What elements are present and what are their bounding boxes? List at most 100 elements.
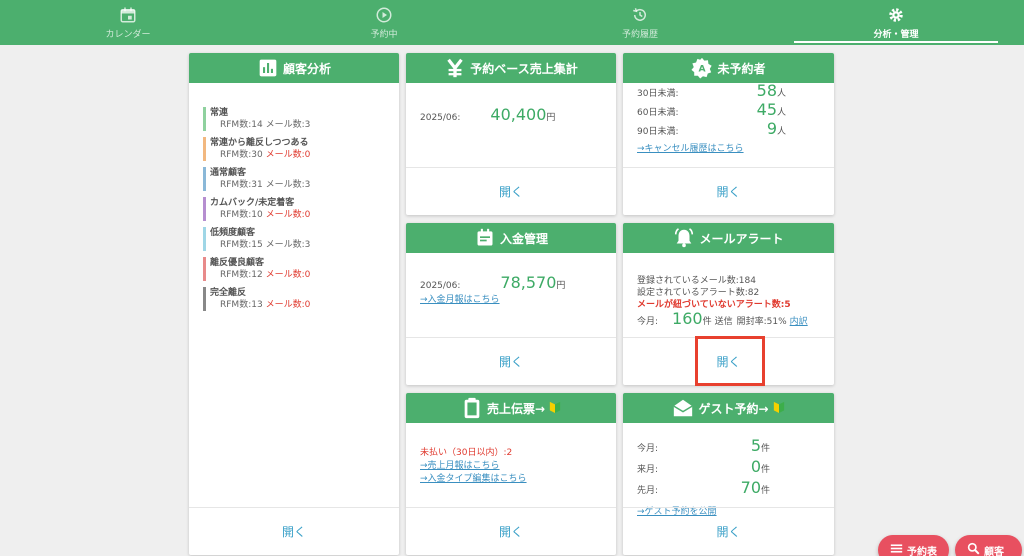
schedule-fab[interactable]: 予約表 — [878, 535, 949, 556]
no-booking-card: A 未予約者 30日未満: 58 人 60日未満: 45 人 90日未満: 9 人 →キャンセル… — [623, 53, 834, 215]
payment-period: 2025/06: — [420, 281, 461, 291]
payment-body: 2025/06: 78,570 円 →入金月報はこちら — [406, 253, 616, 337]
guest-booking-open-button[interactable]: 開く — [716, 523, 740, 540]
payment-header: 入金管理 — [406, 223, 616, 253]
segment-item: 通常顧客 RFM数:31 メール数:3 — [203, 167, 385, 191]
segment-mail: メール数:3 — [265, 180, 311, 190]
no-booking-row: 90日未満: 9 人 — [637, 121, 820, 140]
mail-alert-title: メールアラート — [699, 231, 784, 246]
calendar-list-icon — [474, 227, 496, 249]
segment-mail: メール数:3 — [265, 120, 311, 130]
top-nav: カレンダー 予約中 予約履歴 分析・管理 — [0, 0, 1024, 45]
payment-type-edit-link[interactable]: →入金タイプ編集はこちら — [420, 474, 527, 484]
no-booking-unit: 人 — [777, 127, 787, 137]
registered-mail-count: 登録されているメール数:184 — [637, 276, 756, 286]
alert-count: 設定されているアラート数:82 — [637, 288, 760, 298]
segment-name: 完全離反 — [210, 288, 247, 298]
segment-item: 完全離反 RFM数:13 メール数:0 — [203, 287, 385, 311]
nav-history-label: 予約履歴 — [621, 29, 658, 40]
segment-rfm: RFM数:12 — [220, 270, 263, 280]
unpaid-count: 未払い（30日以内）:2 — [420, 448, 513, 458]
mail-alert-open-button[interactable]: 開く — [716, 353, 740, 370]
sales-summary-footer: 開く — [406, 167, 616, 215]
payment-amount: 78,570 — [500, 273, 557, 292]
no-booking-value: 9 — [766, 119, 777, 138]
guest-booking-unit: 件 — [761, 465, 771, 475]
calendar-icon — [120, 7, 136, 22]
sales-summary-period: 2025/06: — [420, 113, 461, 123]
segment-rfm: RFM数:15 — [220, 240, 263, 250]
list-icon — [890, 542, 903, 556]
segment-stats: RFM数:30 メール数:0 — [210, 149, 385, 161]
customer-analysis-footer: 開く — [189, 507, 399, 555]
segment-rfm: RFM数:30 — [220, 150, 263, 160]
bar-chart-icon — [257, 57, 279, 79]
segment-stats: RFM数:13 メール数:0 — [210, 299, 385, 311]
open-envelope-icon — [672, 397, 694, 419]
no-booking-open-button[interactable]: 開く — [716, 183, 740, 200]
guest-booking-row: 先月: 70 件 — [637, 479, 820, 500]
search-icon — [967, 542, 980, 556]
customer-analysis-header: 顧客分析 — [189, 53, 399, 83]
sales-slip-body: 未払い（30日以内）:2 →売上月報はこちら →入金タイプ編集はこちら — [406, 423, 616, 507]
segment-stats: RFM数:14 メール数:3 — [210, 119, 385, 131]
payment-unit: 円 — [556, 281, 566, 291]
mail-month-value: 160 — [672, 309, 703, 328]
segment-mail: メール数:0 — [265, 270, 311, 280]
nav-reserved[interactable]: 予約中 — [256, 0, 512, 45]
segment-name: カムバック/未定着客 — [210, 198, 295, 208]
beginner-mark-icon — [549, 400, 561, 417]
segment-stats: RFM数:12 メール数:0 — [210, 269, 385, 281]
segment-name: 常連 — [210, 108, 229, 118]
no-booking-body: 30日未満: 58 人 60日未満: 45 人 90日未満: 9 人 →キャンセル履歴はこちら — [623, 83, 834, 167]
mail-breakdown-link[interactable]: 内訳 — [790, 316, 808, 328]
guest-booking-body: 今月: 5 件来月: 0 件先月: 70 件 →ゲスト予約を公開 — [623, 423, 834, 517]
mail-sent-label: 送信 — [714, 317, 733, 327]
nav-calendar-label: カレンダー — [105, 29, 151, 40]
segment-name: 通常顧客 — [210, 168, 247, 178]
sales-slip-header: 売上伝票→ — [406, 393, 616, 423]
mail-alert-card: メールアラート 登録されているメール数:184 設定されているアラート数:82 … — [623, 223, 834, 385]
payment-open-button[interactable]: 開く — [499, 353, 523, 370]
segment-stats: RFM数:31 メール数:3 — [210, 179, 385, 191]
customer-analysis-open-button[interactable]: 開く — [282, 523, 306, 540]
sales-slip-footer: 開く — [406, 507, 616, 555]
guest-booking-unit: 件 — [761, 444, 771, 454]
schedule-fab-label: 予約表 — [907, 546, 937, 556]
segment-rfm: RFM数:10 — [220, 210, 263, 220]
mail-alert-footer: 開く — [623, 337, 834, 385]
nav-analysis-label: 分析・管理 — [873, 29, 919, 40]
nav-reserved-label: 予約中 — [370, 29, 398, 40]
nav-calendar[interactable]: カレンダー — [0, 0, 256, 45]
sales-monthly-link[interactable]: →売上月報はこちら — [420, 461, 500, 471]
guest-booking-value: 5 — [750, 436, 761, 455]
nav-analysis[interactable]: 分析・管理 — [768, 0, 1024, 45]
no-booking-value: 58 — [756, 81, 777, 100]
mail-alert-body: 登録されているメール数:184 設定されているアラート数:82 メールが紐づいて… — [623, 253, 834, 337]
history-icon — [633, 7, 646, 21]
no-booking-unit: 人 — [777, 108, 787, 118]
sales-summary-open-button[interactable]: 開く — [499, 183, 523, 200]
sales-summary-card: 予約ベース売上集計 2025/06: 40,400 円 開く — [406, 53, 616, 215]
segment-rfm: RFM数:13 — [220, 300, 263, 310]
customer-fab[interactable]: 顧客 — [955, 535, 1022, 556]
sales-summary-amount: 40,400 — [490, 105, 547, 124]
sales-summary-header: 予約ベース売上集計 — [406, 53, 616, 83]
no-booking-value: 45 — [756, 100, 777, 119]
cancel-history-link[interactable]: →キャンセル履歴はこちら — [637, 144, 744, 154]
segment-rfm: RFM数:14 — [220, 120, 263, 130]
guest-booking-footer: 開く — [623, 507, 834, 555]
segment-name: 常連から離反しつつある — [210, 138, 309, 148]
sales-slip-open-button[interactable]: 開く — [499, 523, 523, 540]
no-booking-unit: 人 — [777, 89, 787, 99]
segment-stats: RFM数:15 メール数:3 — [210, 239, 385, 251]
segment-name: 低頻度顧客 — [210, 228, 256, 238]
segment-list: 常連 RFM数:14 メール数:3 常連から離反しつつある RFM数:30 メール数:… — [189, 83, 399, 507]
no-booking-header: A 未予約者 — [623, 53, 834, 83]
guest-booking-label: 先月: — [637, 486, 659, 496]
nav-history[interactable]: 予約履歴 — [512, 0, 768, 45]
mail-alert-header: メールアラート — [623, 223, 834, 253]
payment-monthly-link[interactable]: →入金月報はこちら — [420, 295, 500, 305]
sales-slip-card: 売上伝票→ 未払い（30日以内）:2 →売上月報はこちら →入金タイプ編集はこち… — [406, 393, 616, 555]
no-booking-label: 90日未満: — [637, 127, 679, 137]
